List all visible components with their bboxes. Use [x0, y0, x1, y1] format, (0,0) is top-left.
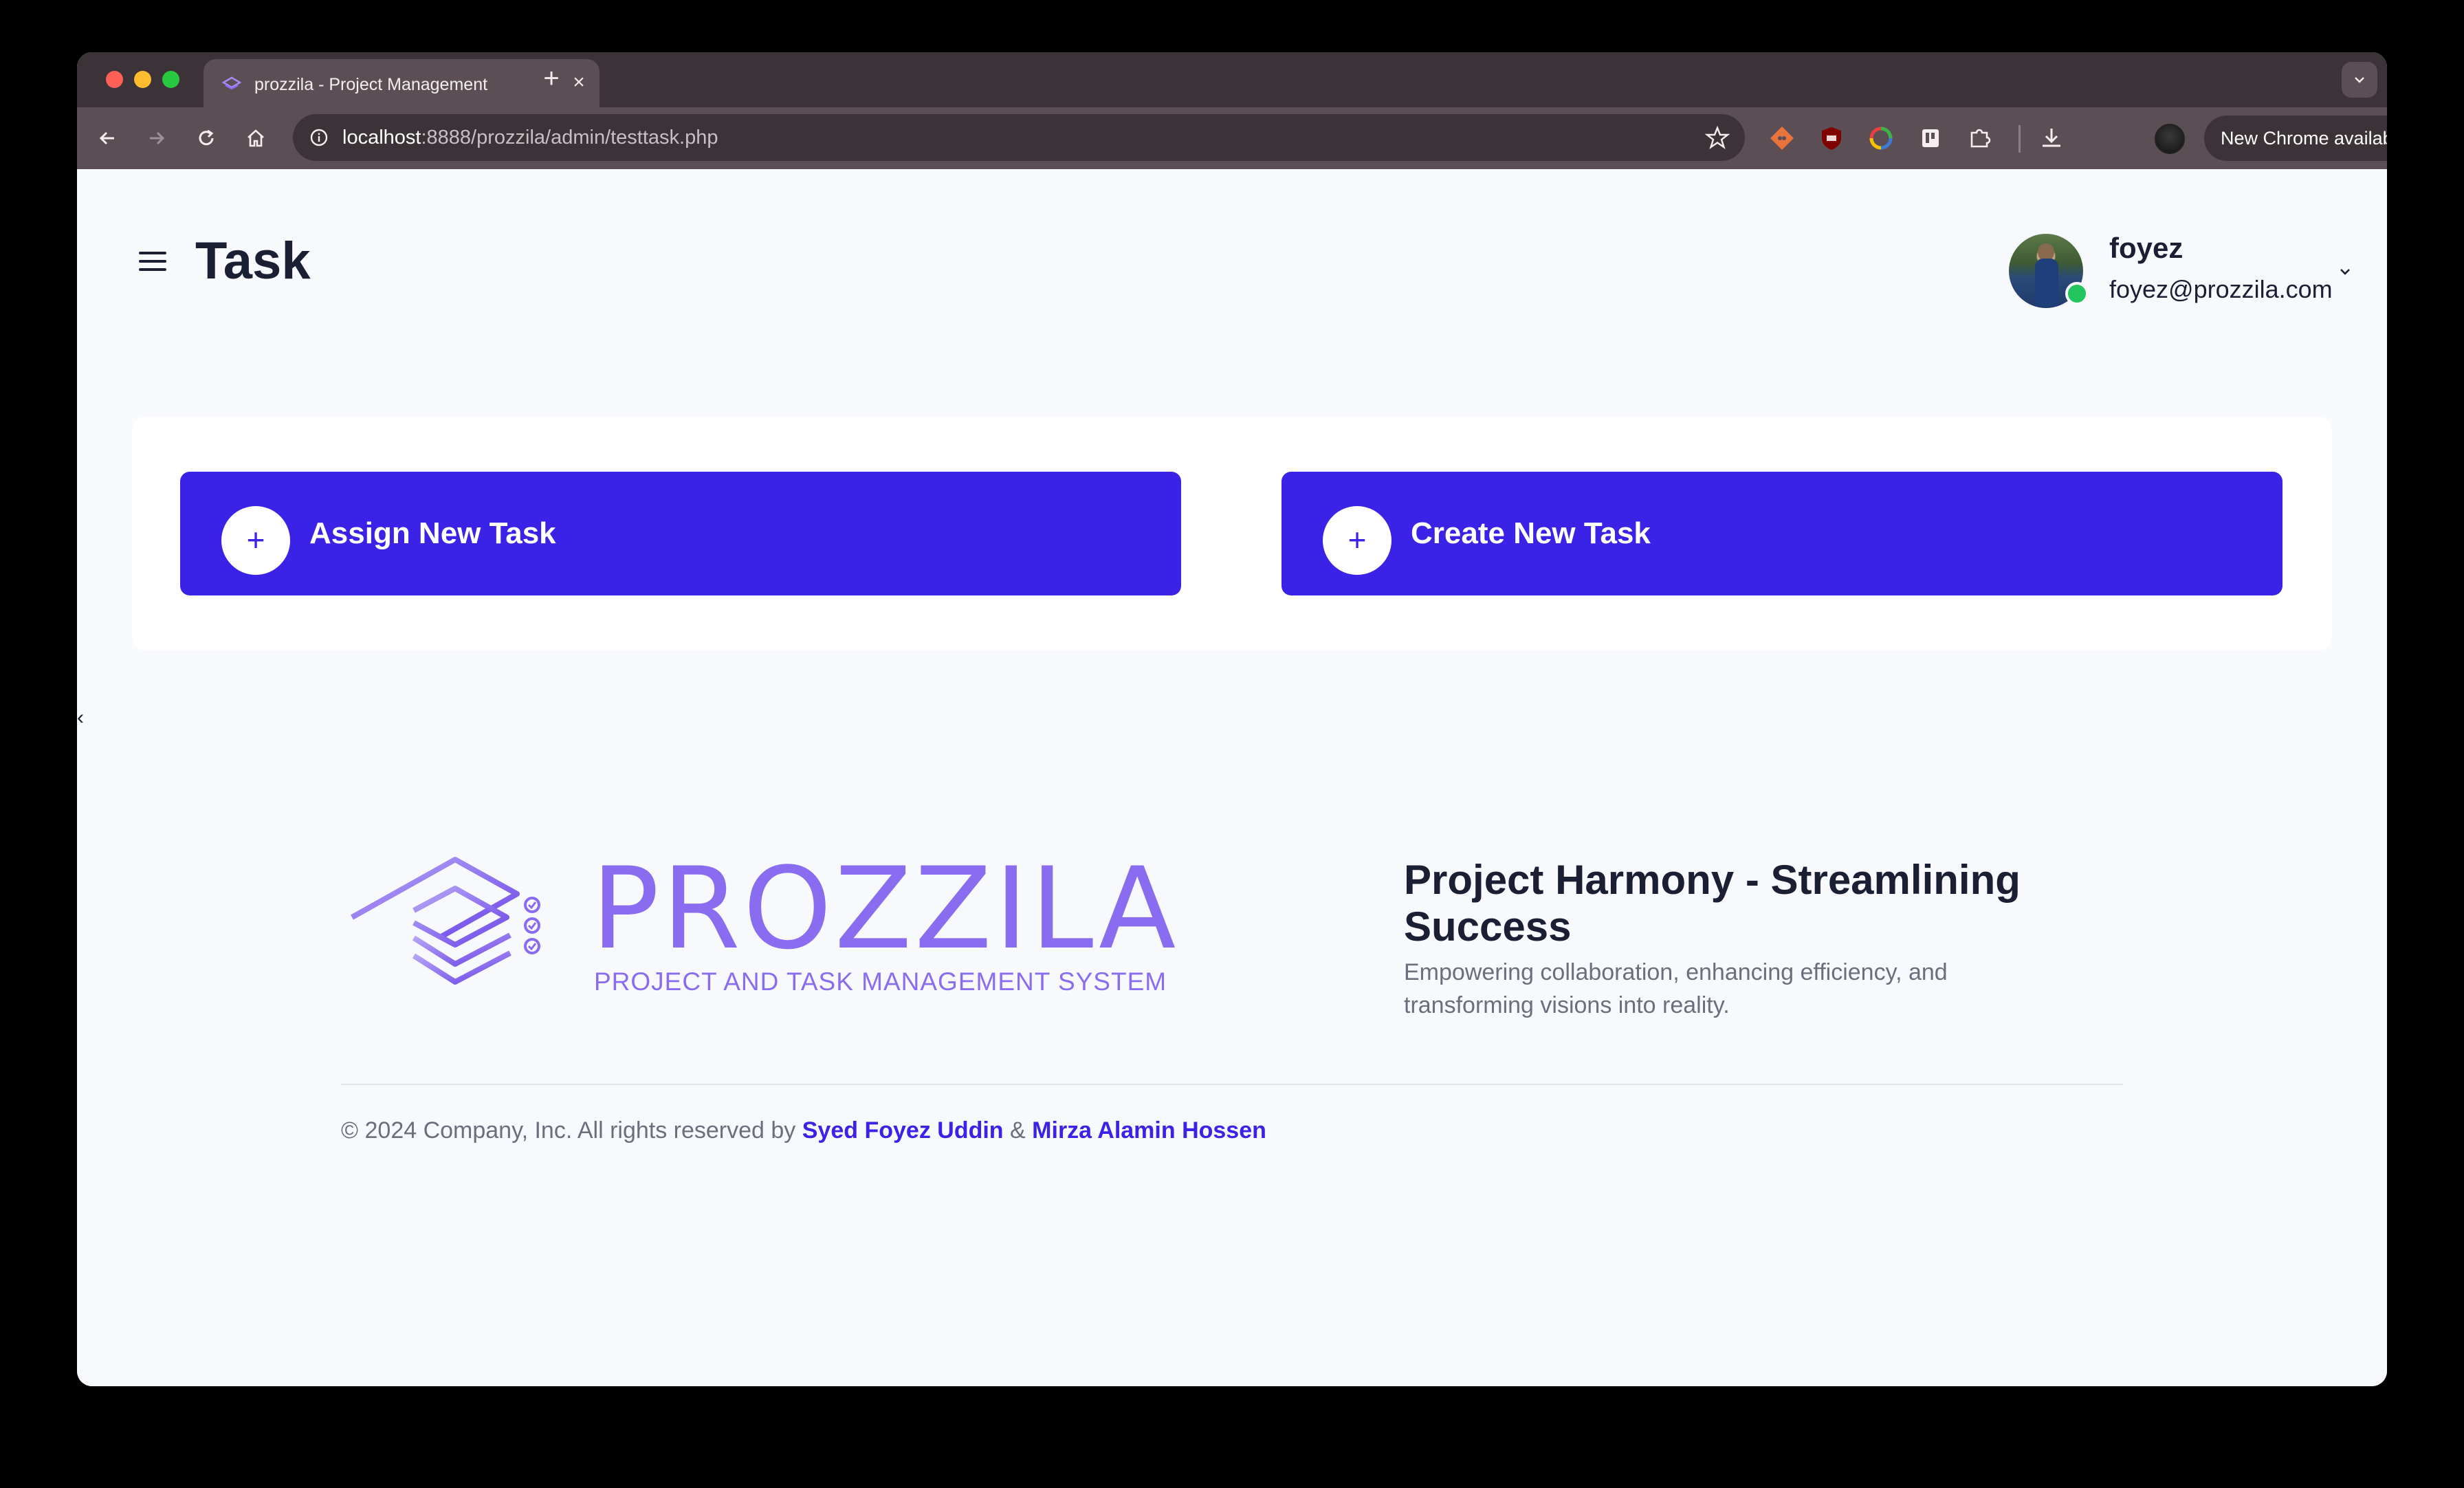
brand-subtitle: PROJECT AND TASK MANAGEMENT SYSTEM	[594, 967, 1167, 996]
bookmark-star-icon[interactable]	[1705, 125, 1730, 150]
forward-arrow-icon	[150, 131, 165, 145]
sidebar-toggle-icon[interactable]: ‹	[77, 708, 89, 728]
assign-new-task-label: Assign New Task	[309, 516, 556, 550]
git-extension-icon[interactable]	[1767, 123, 1797, 153]
color-picker-extension-icon[interactable]	[1866, 123, 1896, 153]
url-text: localhost:8888/prozzila/admin/testtask.p…	[342, 124, 718, 151]
minimize-window-button[interactable]	[134, 71, 151, 88]
chrome-update-button[interactable]: New Chrome available	[2204, 116, 2387, 161]
footer-divider	[341, 1084, 2123, 1085]
page-content: Task foyez foyez@prozzila.com + Assign N…	[77, 169, 2387, 1386]
extensions-puzzle-icon[interactable]	[1965, 123, 1995, 153]
page-title: Task	[195, 232, 311, 290]
copyright-ampersand: &	[1010, 1117, 1026, 1144]
assign-new-task-button[interactable]: + Assign New Task	[180, 472, 1181, 595]
home-button[interactable]	[239, 122, 272, 155]
create-new-task-button[interactable]: + Create New Task	[1282, 472, 2282, 595]
url-host: localhost	[342, 127, 421, 149]
tab-bar: prozzila - Project Management × +	[77, 52, 2387, 107]
address-bar[interactable]: localhost:8888/prozzila/admin/testtask.p…	[293, 114, 1745, 161]
chevron-down-icon	[2355, 77, 2364, 83]
stacked-layers-logo-icon	[351, 857, 540, 985]
download-icon[interactable]	[2036, 123, 2067, 153]
copyright-text: © 2024 Company, Inc. All rights reserved…	[341, 1115, 1266, 1146]
home-icon	[248, 129, 264, 147]
author-link-foyez[interactable]: Syed Foyez Uddin	[802, 1117, 1004, 1144]
user-name: foyez	[2109, 232, 2184, 264]
browser-toolbar: localhost:8888/prozzila/admin/testtask.p…	[77, 107, 2387, 169]
user-email: foyez@prozzila.com	[2109, 275, 2333, 303]
ublock-extension-icon[interactable]	[1816, 123, 1847, 153]
back-button[interactable]	[91, 122, 124, 155]
prozzila-favicon-icon	[221, 76, 242, 90]
prozzila-logo: PROZZILA PROJECT AND TASK MANAGEMENT SYS…	[345, 847, 1239, 1005]
user-menu[interactable]: foyez foyez@prozzila.com	[2009, 231, 2366, 314]
close-window-button[interactable]	[106, 71, 123, 88]
tab-search-button[interactable]	[2342, 62, 2377, 98]
task-actions-card: + Assign New Task + Create New Task	[132, 417, 2332, 650]
new-tab-button[interactable]: +	[535, 62, 568, 95]
footer-tagline: Project Harmony - Streamlining Success	[1404, 857, 2021, 950]
footer-tagline-description: Empowering collaboration, enhancing effi…	[1404, 959, 1948, 1018]
forward-button[interactable]	[140, 122, 173, 155]
reload-icon	[199, 129, 214, 146]
url-path: :8888/prozzila/admin/testtask.php	[421, 127, 718, 149]
site-info-icon[interactable]	[309, 128, 329, 147]
plus-icon: +	[221, 506, 290, 575]
maximize-window-button[interactable]	[162, 71, 179, 88]
profile-avatar-icon[interactable]	[2155, 124, 2185, 154]
tab-close-icon[interactable]: ×	[566, 70, 591, 95]
copyright-prefix: © 2024 Company, Inc. All rights reserved…	[341, 1117, 796, 1144]
chevron-down-icon[interactable]	[2336, 263, 2354, 281]
plus-icon: +	[1323, 506, 1392, 575]
toolbar-separator	[2018, 125, 2021, 153]
update-label: New Chrome available	[2221, 128, 2387, 149]
browser-window: prozzila - Project Management × + localh…	[77, 52, 2387, 1386]
hamburger-menu-icon[interactable]	[136, 245, 169, 278]
notes-extension-icon[interactable]	[1915, 123, 1946, 153]
brand-name: PROZZILA	[591, 843, 1179, 974]
reload-button[interactable]	[190, 122, 223, 155]
back-arrow-icon	[99, 131, 114, 145]
tab-title: prozzila - Project Management	[254, 75, 488, 94]
create-new-task-label: Create New Task	[1411, 516, 1651, 550]
author-link-mirza[interactable]: Mirza Alamin Hossen	[1032, 1117, 1266, 1144]
online-status-indicator	[2065, 282, 2089, 305]
